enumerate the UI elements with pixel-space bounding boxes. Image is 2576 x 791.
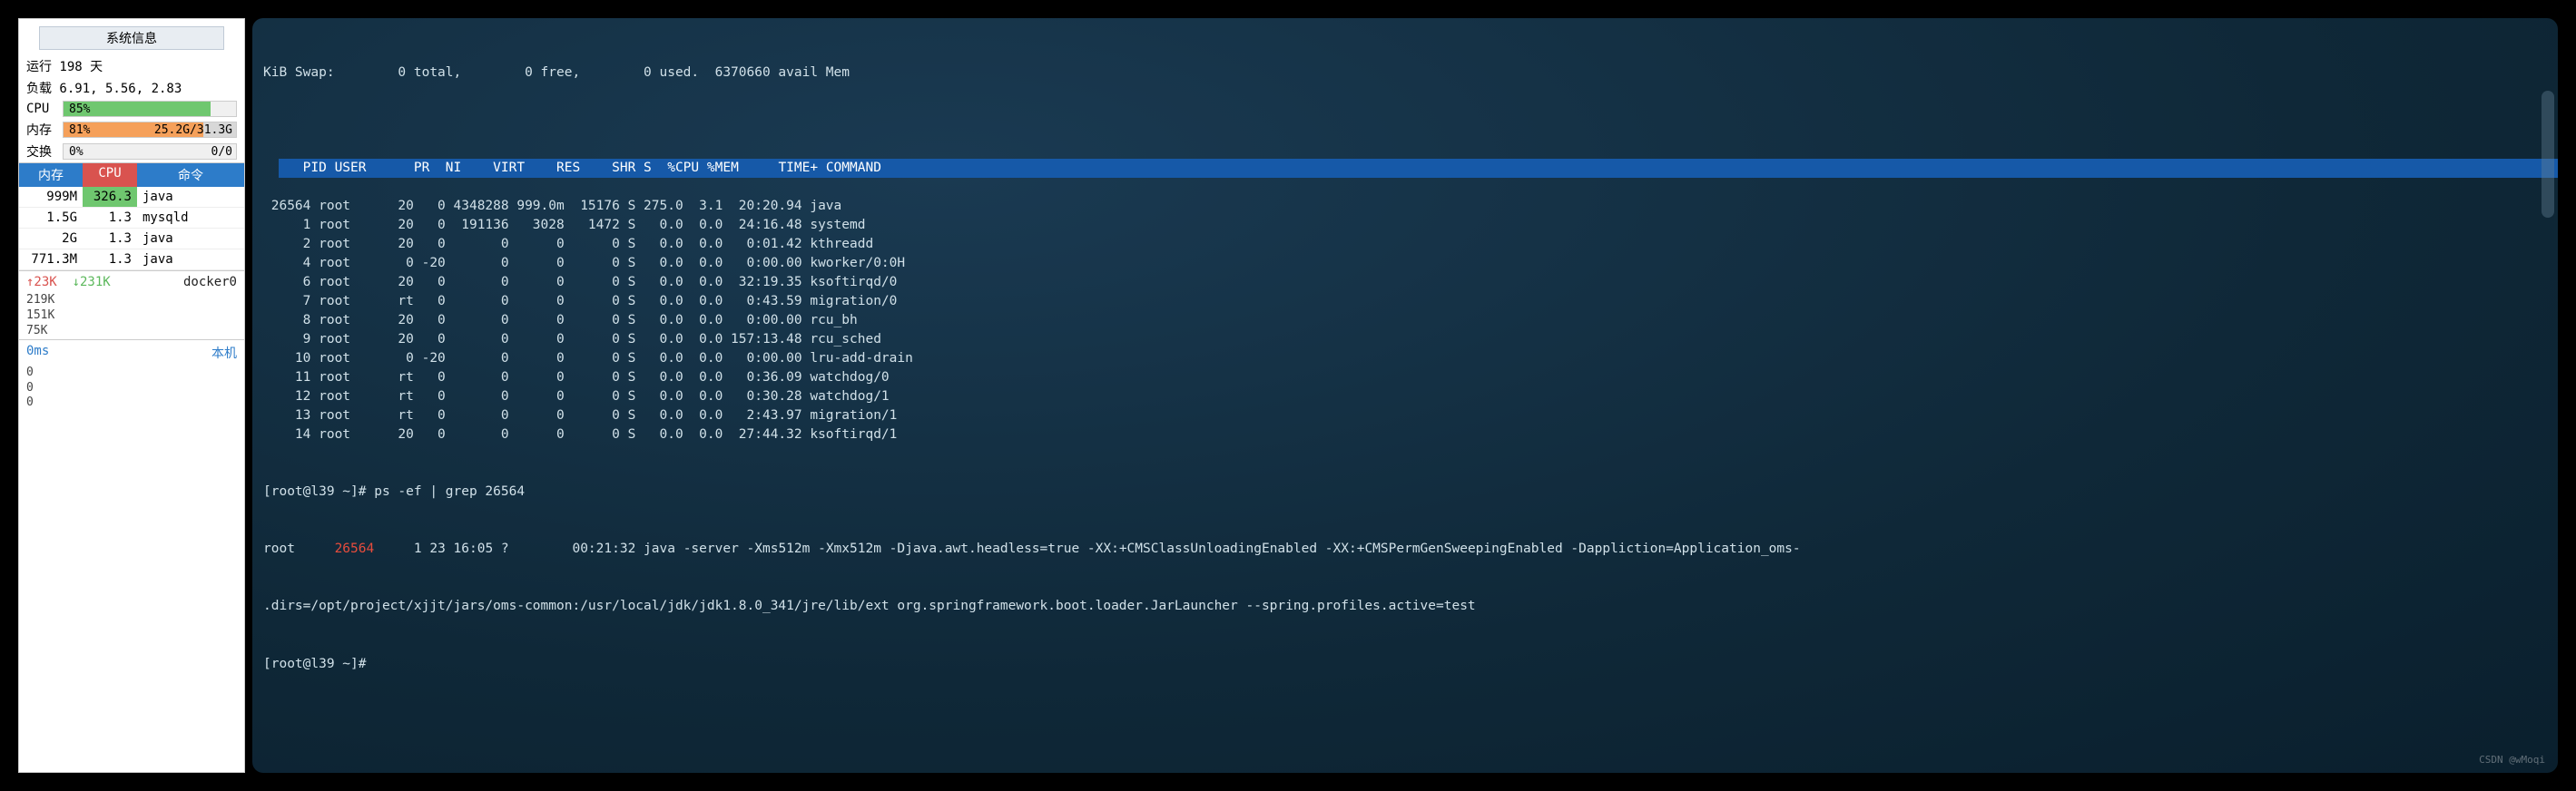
proc-cmd: java [137, 229, 244, 249]
panel-title: 系统信息 [39, 26, 224, 50]
proc-cpu: 326.3 [83, 187, 137, 207]
highlighted-pid: 26564 [335, 542, 375, 556]
top-row: 7 root rt 0 0 0 0 S 0.0 0.0 0:43.59 migr… [263, 292, 2547, 311]
ps-output-1: root 26564 1 23 16:05 ? 00:21:32 java -s… [263, 540, 2547, 559]
ping-scale: 0 0 0 [19, 366, 244, 412]
ping-ms: 0ms [26, 344, 49, 362]
top-row: 12 root rt 0 0 0 0 S 0.0 0.0 0:30.28 wat… [263, 387, 2547, 406]
process-row[interactable]: 1.5G1.3mysqld [19, 208, 244, 229]
mem-label: 内存 [26, 121, 63, 139]
terminal-scrollbar[interactable] [2542, 91, 2554, 218]
proc-cmd: java [137, 249, 244, 269]
top-header: PID USER PR NI VIRT RES SHR S %CPU %MEM … [279, 159, 2558, 178]
proc-cpu: 1.3 [83, 249, 137, 269]
process-row[interactable]: 999M326.3java [19, 187, 244, 208]
col-cpu[interactable]: CPU [83, 163, 137, 187]
terminal[interactable]: KiB Swap: 0 total, 0 free, 0 used. 63706… [252, 18, 2558, 773]
top-row: 9 root 20 0 0 0 0 S 0.0 0.0 157:13.48 rc… [263, 330, 2547, 349]
process-row[interactable]: 771.3M1.3java [19, 249, 244, 270]
top-row: 2 root 20 0 0 0 0 S 0.0 0.0 0:01.42 kthr… [263, 235, 2547, 254]
top-row: 26564 root 20 0 4348288 999.0m 15176 S 2… [263, 197, 2547, 216]
cpu-row: CPU 85% [19, 99, 244, 119]
top-row: 4 root 0 -20 0 0 0 S 0.0 0.0 0:00.00 kwo… [263, 254, 2547, 273]
swap-bar: 0%0/0 [63, 143, 237, 160]
col-mem[interactable]: 内存 [19, 163, 83, 187]
top-row: 13 root rt 0 0 0 0 S 0.0 0.0 2:43.97 mig… [263, 406, 2547, 425]
shell-prompt[interactable]: [root@l39 ~]# [263, 655, 2547, 674]
net-up-icon: ↑23K [26, 275, 57, 289]
proc-mem: 2G [19, 229, 83, 249]
net-iface: docker0 [183, 275, 237, 289]
process-header[interactable]: 内存 CPU 命令 [19, 162, 244, 187]
watermark: CSDN @wMoqi [2479, 753, 2545, 767]
cpu-bar: 85% [63, 101, 237, 117]
proc-mem: 999M [19, 187, 83, 207]
network-row: ↑23K ↓231K docker0 [19, 270, 244, 293]
swap-row: 交换 0%0/0 [19, 141, 244, 162]
top-process-list: 26564 root 20 0 4348288 999.0m 15176 S 2… [263, 197, 2547, 444]
proc-mem: 1.5G [19, 208, 83, 228]
proc-cpu: 1.3 [83, 229, 137, 249]
top-row: 10 root 0 -20 0 0 0 S 0.0 0.0 0:00.00 lr… [263, 349, 2547, 368]
swap-line: KiB Swap: 0 total, 0 free, 0 used. 63706… [263, 63, 2547, 83]
net-scale: 219K 151K 75K [19, 293, 244, 339]
system-info-panel: 系统信息 运行 198 天 负载 6.91, 5.56, 2.83 CPU 85… [18, 18, 245, 773]
cpu-label: CPU [26, 102, 63, 116]
swap-label: 交换 [26, 142, 63, 161]
top-row: 1 root 20 0 191136 3028 1472 S 0.0 0.0 2… [263, 216, 2547, 235]
uptime-text: 运行 198 天 [19, 55, 244, 77]
col-cmd[interactable]: 命令 [137, 163, 244, 187]
process-list: 999M326.3java1.5G1.3mysqld2G1.3java771.3… [19, 187, 244, 270]
ping-row: 0ms 本机 [19, 339, 244, 366]
mem-bar: 81%25.2G/31.3G [63, 122, 237, 138]
ps-command: [root@l39 ~]# ps -ef | grep 26564 [263, 483, 2547, 502]
proc-cmd: mysqld [137, 208, 244, 228]
proc-cpu: 1.3 [83, 208, 137, 228]
top-row: 11 root rt 0 0 0 0 S 0.0 0.0 0:36.09 wat… [263, 368, 2547, 387]
top-row: 6 root 20 0 0 0 0 S 0.0 0.0 32:19.35 kso… [263, 273, 2547, 292]
ping-host: 本机 [211, 344, 237, 362]
process-row[interactable]: 2G1.3java [19, 229, 244, 249]
ps-output-2: .dirs=/opt/project/xjjt/jars/oms-common:… [263, 597, 2547, 616]
net-down-icon: ↓231K [73, 275, 111, 289]
mem-row: 内存 81%25.2G/31.3G [19, 119, 244, 141]
proc-cmd: java [137, 187, 244, 207]
load-text: 负载 6.91, 5.56, 2.83 [19, 77, 244, 99]
top-row: 14 root 20 0 0 0 0 S 0.0 0.0 27:44.32 ks… [263, 425, 2547, 444]
proc-mem: 771.3M [19, 249, 83, 269]
top-row: 8 root 20 0 0 0 0 S 0.0 0.0 0:00.00 rcu_… [263, 311, 2547, 330]
